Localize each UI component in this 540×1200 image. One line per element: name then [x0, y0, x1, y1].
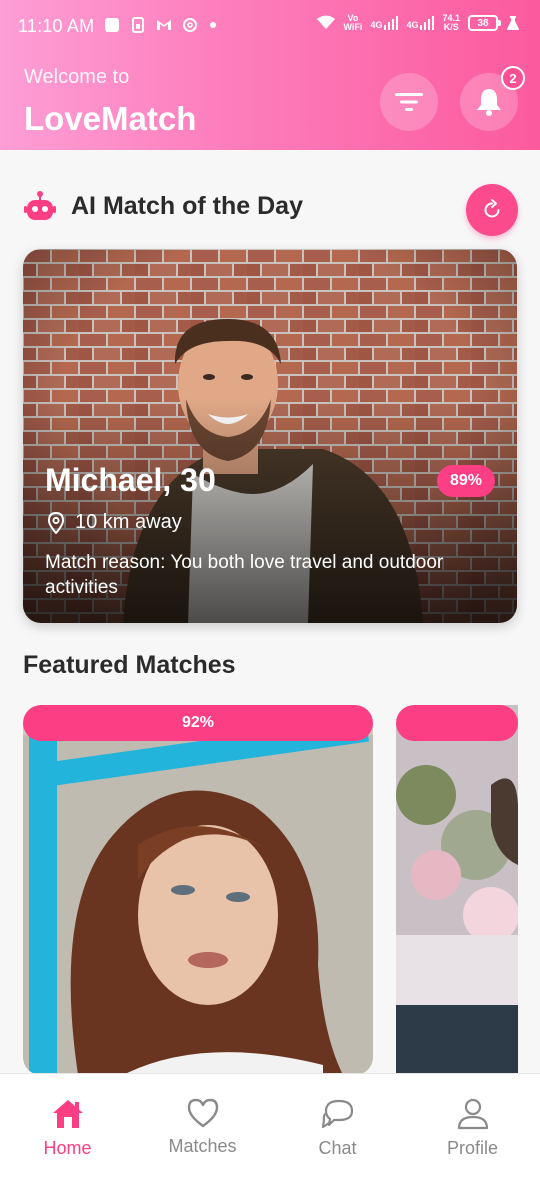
- ai-match-title: AI Match of the Day: [71, 192, 303, 220]
- network-4g-2: 4G: [406, 16, 435, 30]
- ai-match-header: AI Match of the Day: [24, 184, 518, 236]
- refresh-match-button[interactable]: [466, 184, 518, 236]
- location-pin-icon: [47, 511, 65, 534]
- distance-text: 10 km away: [75, 511, 182, 533]
- filter-icon: [395, 93, 423, 111]
- featured-photo: [23, 705, 373, 1075]
- app-title: LoveMatch: [24, 100, 197, 137]
- nav-label-profile: Profile: [446, 1138, 499, 1158]
- nav-profile[interactable]: Profile: [405, 1098, 540, 1159]
- nav-label-home: Home: [43, 1138, 92, 1158]
- wifi-icon: [316, 15, 335, 29]
- flask-icon: [507, 16, 519, 30]
- data-speed: 74.1 K/S: [442, 13, 460, 32]
- signal-icon-1: [384, 16, 399, 30]
- distance-row: 10 km away: [47, 511, 182, 534]
- person-icon: [457, 1098, 488, 1130]
- featured-photo: [396, 705, 518, 1075]
- ai-match-card[interactable]: Michael, 30 89% 10 km away Match reason:…: [23, 249, 517, 623]
- bottom-navigation: Home Matches Chat Profile: [0, 1073, 540, 1200]
- status-time: 11:10 AM: [18, 16, 95, 36]
- threads-icon: [183, 18, 197, 32]
- nav-label-matches: Matches: [168, 1136, 237, 1156]
- vowifi-label: Vo WiFi: [343, 13, 363, 32]
- home-icon: [52, 1100, 83, 1128]
- nav-chat[interactable]: Chat: [270, 1098, 405, 1159]
- chat-icon: [321, 1099, 353, 1129]
- heart-icon: [187, 1098, 218, 1128]
- app-header: 11:10 AM Vo WiFi 4G 4G 74.1 K/S 38 Welcome…: [0, 0, 540, 150]
- nav-home[interactable]: Home: [0, 1098, 135, 1159]
- match-name-age: Michael, 30: [45, 462, 216, 498]
- featured-match-percent: [396, 705, 518, 741]
- battery-indicator: 38: [468, 15, 501, 31]
- notification-badge: 2: [501, 66, 525, 90]
- nav-matches[interactable]: Matches: [135, 1098, 270, 1157]
- robot-icon: [24, 191, 56, 220]
- more-notifications-dot: [210, 22, 216, 28]
- featured-match-percent: 92%: [23, 705, 373, 741]
- filter-button[interactable]: [380, 73, 438, 131]
- gmail-icon: [157, 20, 171, 30]
- refresh-icon: [484, 199, 500, 218]
- status-bar: 11:10 AM Vo WiFi 4G 4G 74.1 K/S 38: [0, 0, 540, 54]
- sim-icon: [132, 17, 144, 33]
- network-4g-1: 4G: [370, 16, 399, 30]
- match-reason: Match reason: You both love travel and o…: [45, 552, 444, 598]
- signal-icon-2: [420, 16, 435, 30]
- featured-card[interactable]: [396, 705, 518, 1075]
- bell-icon: [477, 89, 501, 116]
- notification-icons: [104, 17, 216, 33]
- featured-matches-title: Featured Matches: [23, 651, 236, 679]
- nav-label-chat: Chat: [318, 1138, 357, 1158]
- featured-card[interactable]: 92%: [23, 705, 373, 1075]
- square-app-icon: [105, 18, 119, 32]
- system-status: Vo WiFi 4G 4G 74.1 K/S 38: [316, 14, 520, 32]
- welcome-text: Welcome to: [24, 66, 130, 88]
- match-percent-badge: 89%: [437, 465, 495, 497]
